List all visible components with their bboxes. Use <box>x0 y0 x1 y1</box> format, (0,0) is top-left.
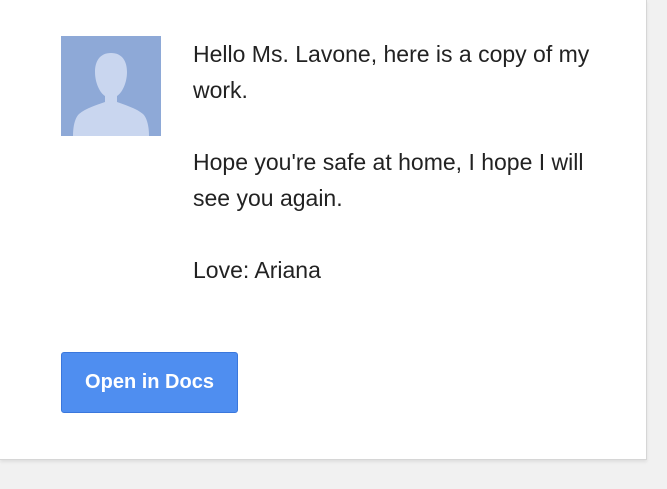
message-line: Hope you're safe at home, I hope I will … <box>193 149 584 211</box>
message-signature: Love: Ariana <box>193 257 321 283</box>
message-card: Hello Ms. Lavone, here is a copy of my w… <box>0 0 647 460</box>
person-silhouette-icon <box>61 36 161 136</box>
avatar <box>61 36 161 136</box>
message-line: Hello Ms. Lavone, here is a copy of my w… <box>193 41 590 103</box>
open-in-docs-button[interactable]: Open in Docs <box>61 352 238 413</box>
message-body: Hello Ms. Lavone, here is a copy of my w… <box>193 36 593 288</box>
